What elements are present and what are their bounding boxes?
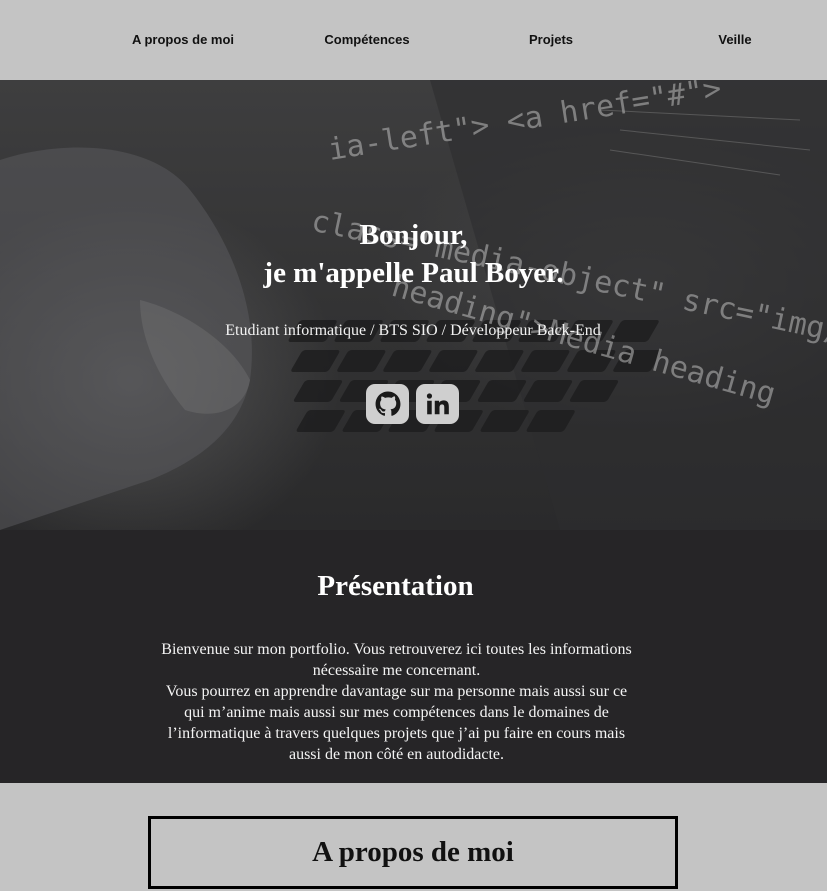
nav-link-projets[interactable]: Projets [529, 32, 573, 47]
hero-title-line-2: je m'appelle Paul Boyer. [263, 257, 564, 289]
presentation-section: Présentation Bienvenue sur mon portfolio… [0, 530, 827, 783]
github-button[interactable] [366, 384, 409, 424]
linkedin-icon [426, 393, 449, 415]
hero-title: Bonjour, je m'appelle Paul Boyer. [0, 216, 827, 292]
hero-title-line-1: Bonjour, [359, 219, 468, 251]
presentation-paragraph-1: Bienvenue sur mon portfolio. Vous retrou… [161, 641, 632, 679]
linkedin-button[interactable] [416, 384, 459, 424]
hero-subtitle: Etudiant informatique / BTS SIO / Dévelo… [225, 322, 601, 339]
github-icon [375, 391, 400, 416]
top-navigation: A propos de moi Compétences Projets Veil… [0, 0, 827, 80]
nav-link-a-propos[interactable]: A propos de moi [132, 32, 234, 47]
presentation-title: Présentation [317, 570, 474, 602]
nav-link-veille[interactable]: Veille [718, 32, 751, 47]
presentation-paragraph-2: Vous pourrez en apprendre davantage sur … [165, 683, 628, 763]
hero-content: Bonjour, je m'appelle Paul Boyer. Etudia… [0, 80, 827, 530]
hero-section: ia-left"> <a href="#"> class="media-obje… [0, 80, 827, 530]
about-title: A propos de moi [312, 836, 514, 868]
nav-link-competences[interactable]: Compétences [324, 32, 409, 47]
presentation-text: Bienvenue sur mon portfolio. Vous retrou… [160, 639, 633, 765]
about-section-header: A propos de moi [148, 816, 678, 889]
